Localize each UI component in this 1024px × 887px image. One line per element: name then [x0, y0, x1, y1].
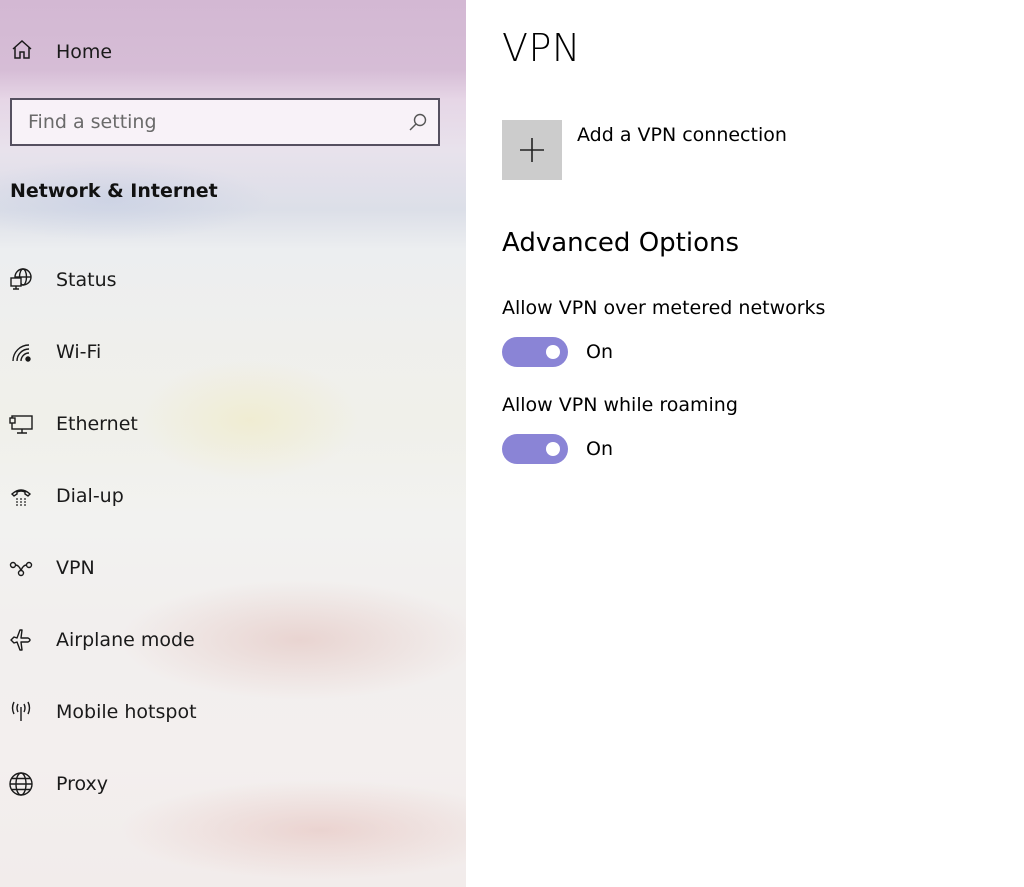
metered-networks-toggle[interactable]	[502, 337, 568, 367]
hotspot-icon	[8, 699, 34, 725]
sidebar: Home Network & Internet Status	[0, 0, 466, 887]
ethernet-icon	[8, 411, 34, 437]
home-icon	[10, 38, 34, 66]
search-box[interactable]	[10, 98, 440, 146]
globe-icon	[8, 771, 34, 797]
roaming-toggle[interactable]	[502, 434, 568, 464]
vpn-icon	[8, 555, 34, 581]
sidebar-item-label: Mobile hotspot	[56, 701, 197, 723]
sidebar-item-label: Airplane mode	[56, 629, 195, 651]
sidebar-item-status[interactable]: Status	[8, 262, 448, 298]
sidebar-item-vpn[interactable]: VPN	[8, 550, 448, 586]
sidebar-item-label: Status	[56, 269, 117, 291]
metered-networks-label: Allow VPN over metered networks	[502, 297, 826, 319]
sidebar-item-dial-up[interactable]: Dial-up	[8, 478, 448, 514]
sidebar-item-airplane-mode[interactable]: Airplane mode	[8, 622, 448, 658]
sidebar-item-label: Wi-Fi	[56, 341, 102, 363]
toggle-knob	[546, 442, 560, 456]
toggle-state-label: On	[586, 341, 613, 363]
roaming-toggle-row[interactable]: On	[502, 434, 613, 464]
sidebar-item-proxy[interactable]: Proxy	[8, 766, 448, 802]
airplane-icon	[8, 627, 34, 653]
sidebar-item-mobile-hotspot[interactable]: Mobile hotspot	[8, 694, 448, 730]
toggle-state-label: On	[586, 438, 613, 460]
roaming-label: Allow VPN while roaming	[502, 394, 738, 416]
toggle-knob	[546, 345, 560, 359]
metered-networks-toggle-row[interactable]: On	[502, 337, 613, 367]
sidebar-item-label: Ethernet	[56, 413, 138, 435]
sidebar-item-label: Proxy	[56, 773, 109, 795]
sidebar-item-label: VPN	[56, 557, 95, 579]
search-icon[interactable]	[408, 112, 428, 132]
home-label: Home	[56, 41, 113, 63]
wifi-icon	[8, 339, 34, 365]
status-globe-monitor-icon	[8, 267, 34, 293]
search-input[interactable]	[12, 100, 408, 144]
section-title: Network & Internet	[10, 180, 218, 202]
add-vpn-connection-label: Add a VPN connection	[577, 124, 787, 146]
sidebar-item-ethernet[interactable]: Ethernet	[8, 406, 448, 442]
advanced-options-heading: Advanced Options	[502, 228, 740, 258]
add-vpn-connection-button[interactable]: Add a VPN connection	[502, 120, 787, 180]
sidebar-item-label: Dial-up	[56, 485, 124, 507]
dial-up-phone-icon	[8, 483, 34, 509]
plus-icon[interactable]	[502, 120, 562, 180]
page-title: VPN	[502, 26, 581, 70]
home-nav-item[interactable]: Home	[10, 36, 112, 68]
sidebar-item-wifi[interactable]: Wi-Fi	[8, 334, 448, 370]
